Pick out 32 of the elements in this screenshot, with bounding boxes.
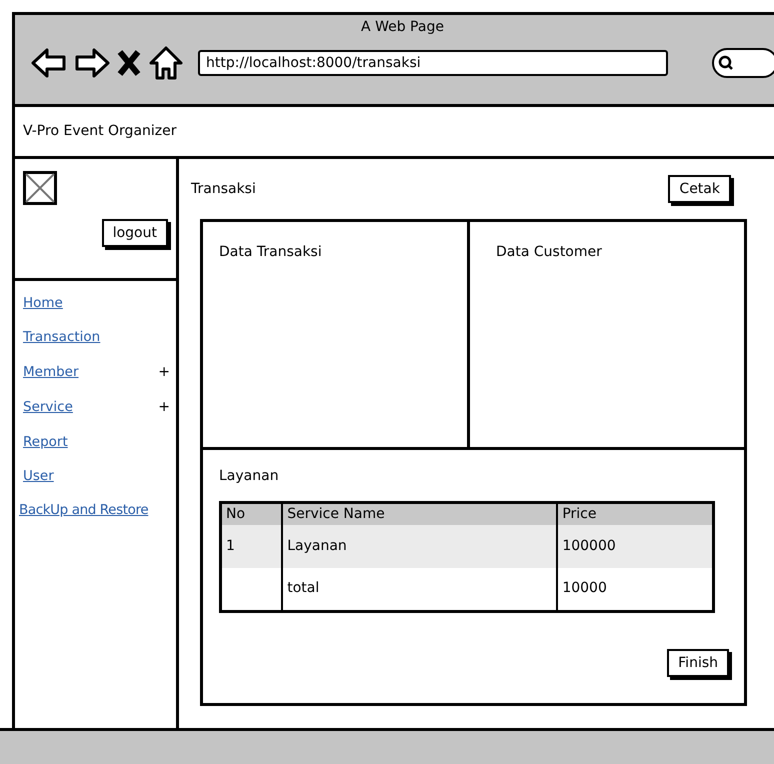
column-header: Price	[557, 502, 714, 525]
home-icon[interactable]	[148, 45, 184, 81]
expand-toggle[interactable]: +	[158, 362, 170, 382]
table-cell: 1	[220, 525, 282, 568]
nav-link[interactable]: Transaction	[23, 327, 100, 348]
nav-link[interactable]: User	[23, 466, 54, 486]
nav-link[interactable]: Report	[23, 432, 68, 452]
logout-button[interactable]: logout	[102, 219, 168, 247]
print-button[interactable]: Cetak	[668, 175, 731, 203]
table-cell: total	[282, 568, 558, 611]
column-header: No	[220, 502, 282, 525]
nav-link[interactable]: Member	[23, 362, 79, 382]
image-placeholder-icon	[23, 171, 57, 205]
window-title: A Web Page	[360, 18, 445, 37]
nav-link[interactable]: Service	[23, 396, 73, 418]
page-title: Transaksi	[191, 180, 256, 198]
expand-toggle[interactable]: +	[158, 396, 170, 418]
section-title: Layanan	[219, 467, 280, 486]
nav-link[interactable]: Home	[23, 293, 63, 314]
search-field[interactable]	[712, 48, 774, 78]
table-cell	[220, 568, 282, 611]
nav-link[interactable]: BackUp and Restore	[19, 500, 148, 520]
table-cell: 100000	[557, 525, 714, 568]
table-cell: Layanan	[282, 525, 558, 568]
table-cell: 10000	[557, 568, 714, 611]
panel-title: Data Customer	[496, 244, 602, 260]
search-icon	[718, 55, 734, 71]
close-icon[interactable]	[117, 49, 141, 77]
column-header: Service Name	[282, 502, 558, 525]
panel-title: Data Transaksi	[219, 244, 322, 260]
url-field[interactable]: http://localhost:8000/transaksi	[198, 50, 668, 76]
site-title: V-Pro Event Organizer	[23, 123, 177, 139]
